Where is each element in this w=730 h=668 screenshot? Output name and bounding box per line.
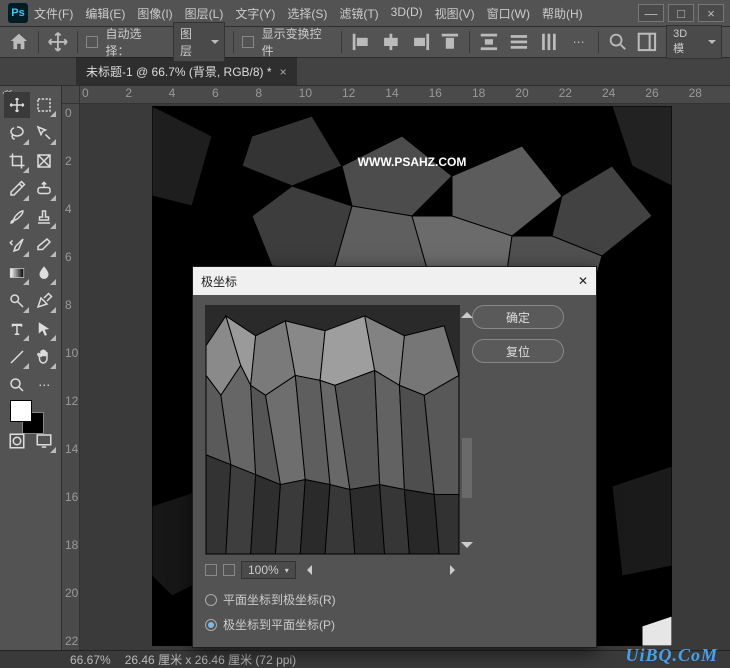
marquee-tool[interactable] <box>32 92 58 118</box>
blur-tool[interactable] <box>32 260 58 286</box>
app-logo: Ps <box>8 3 28 23</box>
radio-rect-to-polar[interactable]: 平面坐标到极坐标(R) <box>205 591 460 608</box>
document-tabstrip: 未标题-1 @ 66.7% (背景, RGB/8) * × <box>0 58 730 86</box>
workspace-icon[interactable] <box>636 31 658 53</box>
options-bar: 自动选择： 图层 显示变换控件 ⋯ 3D 模 <box>0 26 730 58</box>
page-watermark: UiBQ.CoM <box>625 645 718 666</box>
menu-3d[interactable]: 3D(D) <box>391 5 423 22</box>
align-left-icon[interactable] <box>350 31 372 53</box>
screenmode-icon[interactable] <box>32 428 58 454</box>
status-zoom[interactable]: 66.67% <box>70 653 111 667</box>
ruler-corner <box>62 86 80 104</box>
auto-select-label: 自动选择： <box>106 25 165 59</box>
scroll-up-icon[interactable] <box>461 306 473 318</box>
home-icon[interactable] <box>8 31 30 53</box>
radio-polar-to-rect[interactable]: 极坐标到平面坐标(P) <box>205 616 460 633</box>
move-tool-icon[interactable] <box>47 31 69 53</box>
pen-tool[interactable] <box>32 288 58 314</box>
scroll-thumb[interactable] <box>462 438 472 498</box>
move-tool[interactable] <box>4 92 30 118</box>
ruler-vertical[interactable]: 0246810121416182022 <box>62 104 80 650</box>
menu-filter[interactable]: 滤镜(T) <box>339 5 378 22</box>
zoom-tool[interactable] <box>4 372 30 398</box>
auto-select-checkbox[interactable] <box>86 36 98 48</box>
more-icon[interactable]: ⋯ <box>568 31 590 53</box>
lasso-tool[interactable] <box>4 120 30 146</box>
align-top-icon[interactable] <box>439 31 461 53</box>
menu-layer[interactable]: 图层(L) <box>185 5 224 22</box>
brush-tool[interactable] <box>4 204 30 230</box>
dist-h-icon[interactable] <box>538 31 560 53</box>
dialog-title: 极坐标 <box>201 273 237 290</box>
minimize-button[interactable]: — <box>638 4 664 22</box>
mode-3d-dropdown[interactable]: 3D 模 <box>666 25 722 59</box>
zoom-in-button[interactable] <box>223 564 235 576</box>
zoom-out-button[interactable] <box>205 564 217 576</box>
menu-view[interactable]: 视图(V) <box>435 5 475 22</box>
align-hcenter-icon[interactable] <box>380 31 402 53</box>
filter-preview[interactable] <box>205 305 460 555</box>
dist-top-icon[interactable] <box>478 31 500 53</box>
history-brush-tool[interactable] <box>4 232 30 258</box>
close-app-button[interactable]: × <box>698 4 724 22</box>
tools-panel: ⋯ <box>0 86 62 650</box>
preview-scrollbar-v[interactable] <box>461 306 473 554</box>
auto-select-dropdown[interactable]: 图层 <box>173 22 225 62</box>
type-tool[interactable] <box>4 316 30 342</box>
main-menu: 文件(F) 编辑(E) 图像(I) 图层(L) 文字(Y) 选择(S) 滤镜(T… <box>34 5 638 22</box>
transform-label: 显示变换控件 <box>262 25 333 59</box>
tab-close-icon[interactable]: × <box>280 65 287 79</box>
canvas-watermark-text: WWW.PSAHZ.COM <box>358 155 467 169</box>
crop-tool[interactable] <box>4 148 30 174</box>
dialog-close-icon[interactable]: ✕ <box>578 274 588 288</box>
reset-button[interactable]: 复位 <box>472 339 564 363</box>
quickmask-icon[interactable] <box>4 428 30 454</box>
healing-brush-tool[interactable] <box>32 176 58 202</box>
transform-checkbox[interactable] <box>242 36 254 48</box>
scroll-down-icon[interactable] <box>461 542 473 554</box>
menu-select[interactable]: 选择(S) <box>287 5 327 22</box>
shape-tool[interactable] <box>4 344 30 370</box>
ruler-horizontal[interactable]: 0246810121416182022242628 <box>80 86 730 104</box>
menu-file[interactable]: 文件(F) <box>34 5 73 22</box>
window-controls: — □ × <box>638 4 724 22</box>
menu-type[interactable]: 文字(Y) <box>235 5 275 22</box>
menu-image[interactable]: 图像(I) <box>137 5 172 22</box>
conversion-options: 平面坐标到极坐标(R) 极坐标到平面坐标(P) <box>205 591 460 633</box>
eraser-tool[interactable] <box>32 232 58 258</box>
search-icon[interactable] <box>607 31 629 53</box>
document-tab-title: 未标题-1 @ 66.7% (背景, RGB/8) * <box>86 63 272 80</box>
dialog-titlebar[interactable]: 极坐标 ✕ <box>193 267 596 295</box>
hand-tool[interactable] <box>32 344 58 370</box>
menu-window[interactable]: 窗口(W) <box>487 5 530 22</box>
dodge-tool[interactable] <box>4 288 30 314</box>
edit-toolbar-icon[interactable]: ⋯ <box>32 372 58 398</box>
preview-zoom-controls: 100%▾ <box>205 561 460 579</box>
maximize-button[interactable]: □ <box>668 4 694 22</box>
ok-button[interactable]: 确定 <box>472 305 564 329</box>
scroll-left-icon[interactable] <box>302 565 312 575</box>
foreground-color-swatch[interactable] <box>10 400 32 422</box>
dist-v-icon[interactable] <box>508 31 530 53</box>
zoom-dropdown[interactable]: 100%▾ <box>241 561 296 579</box>
eyedropper-tool[interactable] <box>4 176 30 202</box>
gradient-tool[interactable] <box>4 260 30 286</box>
status-bar: 66.67% 26.46 厘米 x 26.46 厘米 (72 ppi) <box>0 650 730 668</box>
polar-coordinates-dialog: 极坐标 ✕ <box>192 266 597 648</box>
align-right-icon[interactable] <box>410 31 432 53</box>
path-select-tool[interactable] <box>32 316 58 342</box>
scroll-right-icon[interactable] <box>450 565 460 575</box>
menu-help[interactable]: 帮助(H) <box>542 5 583 22</box>
menu-edit[interactable]: 编辑(E) <box>85 5 125 22</box>
frame-tool[interactable] <box>32 148 58 174</box>
status-doc-info[interactable]: 26.46 厘米 x 26.46 厘米 (72 ppi) <box>125 651 296 668</box>
titlebar: Ps 文件(F) 编辑(E) 图像(I) 图层(L) 文字(Y) 选择(S) 滤… <box>0 0 730 26</box>
quick-select-tool[interactable] <box>32 120 58 146</box>
stamp-tool[interactable] <box>32 204 58 230</box>
